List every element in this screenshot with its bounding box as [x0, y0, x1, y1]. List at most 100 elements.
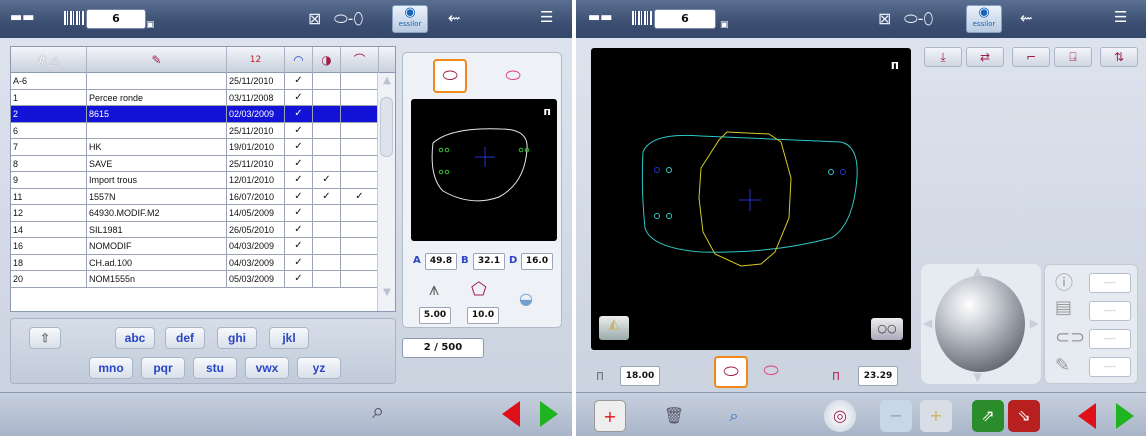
import-icon[interactable]: ⇘ — [1008, 400, 1040, 432]
table-row[interactable]: 16 NOMODIF 04/03/2009 ✓ — [11, 238, 395, 255]
column-groove-icon[interactable]: ⌒ — [341, 47, 379, 73]
table-row[interactable]: 12 64930.MODIF.M2 14/05/2009 ✓ — [11, 205, 395, 222]
pen-icon[interactable]: ✎ — [1055, 355, 1070, 376]
frame-shape-icon[interactable]: ⬭-⬯ — [334, 9, 364, 29]
book-icon[interactable]: ▤ — [1055, 297, 1072, 318]
top-bar: ▬▬ 6 ▣ ⊠ ⬭-⬯ ◉ essilor ⇜ ☰ — [576, 0, 1146, 38]
lens-job-list-screen: ▬▬ 6 ▣ ⊠ ⬭-⬯ ◉ essilor ⇜ ☰ # △ ✎ 12 ◠ ◑ … — [0, 0, 572, 436]
lens-bowl-icon[interactable]: ◒ — [519, 289, 533, 308]
essilor-logo-button[interactable]: ◉ essilor — [392, 5, 428, 33]
cell-c2 — [313, 205, 341, 221]
trash-icon[interactable]: 🗑 — [658, 400, 690, 432]
tool-button-5[interactable]: ⇅ — [1100, 47, 1138, 67]
frame-tracing-icon[interactable]: ⊠ — [308, 9, 321, 28]
settings-icon[interactable]: ☰ — [540, 8, 553, 26]
bridge-value: 18.00 — [620, 366, 660, 386]
job-number-field[interactable]: 6 — [654, 9, 716, 29]
polish-icon[interactable]: ⬠ — [471, 279, 487, 300]
glasses-view-button-icon[interactable]: ○○ — [871, 318, 903, 340]
column-number[interactable]: # △ — [11, 47, 87, 73]
cell-c2 — [313, 221, 341, 238]
previous-arrow-icon[interactable] — [502, 401, 520, 427]
frame-shape-icon[interactable]: ⬭-⬯ — [904, 9, 934, 29]
minus-button-icon[interactable]: − — [880, 400, 912, 432]
table-row[interactable]: 1 Percee ronde 03/11/2008 ✓ — [11, 89, 395, 106]
cell-date: 02/03/2009 — [227, 106, 285, 122]
job-number-field[interactable]: 6 — [86, 9, 146, 29]
plus-button-icon[interactable]: + — [920, 400, 952, 432]
scroll-up-icon[interactable]: ▲ — [380, 75, 394, 97]
cell-c3 — [341, 89, 379, 106]
search-keyboard: ⇧ abc def ghi jkl mno pqr stu vwx yz — [10, 318, 396, 384]
cell-date: 25/11/2010 — [227, 73, 285, 89]
trackball-control[interactable]: ▲ ▼ ◀ ▶ — [921, 264, 1041, 384]
table-row[interactable]: 6 25/11/2010 ✓ — [11, 122, 395, 139]
export-icon[interactable]: ⇗ — [972, 400, 1004, 432]
eye-icon: ◉ — [404, 5, 416, 20]
table-row[interactable]: 9 Import trous 12/01/2010 ✓ ✓ — [11, 172, 395, 189]
next-arrow-icon[interactable] — [540, 401, 558, 427]
table-row[interactable]: A-6 25/11/2010 ✓ — [11, 73, 395, 90]
up-arrow-icon[interactable]: ▲ — [973, 264, 982, 278]
column-date-calendar-icon[interactable]: 12 — [227, 47, 285, 73]
save-icon[interactable]: ▣ — [146, 20, 155, 30]
layers-button-icon[interactable]: ◭ — [599, 316, 629, 340]
key-ghi[interactable]: ghi — [217, 327, 257, 349]
key-pqr[interactable]: pqr — [141, 357, 185, 379]
drill-hole — [840, 169, 846, 175]
table-row[interactable]: 18 CH.ad.100 04/03/2009 ✓ — [11, 254, 395, 271]
center-icon[interactable]: ◎ — [824, 400, 856, 432]
shift-key-icon[interactable]: ⇧ — [29, 327, 61, 349]
tool-button-4[interactable]: ⍈ — [1054, 47, 1092, 67]
scroll-down-icon[interactable]: ▼ — [380, 287, 394, 309]
left-lens-button[interactable]: ⬭ — [497, 61, 529, 91]
cell-id: 11 — [11, 188, 87, 205]
cell-c1: ✓ — [285, 172, 313, 188]
tool-button-2[interactable]: ⇄ — [966, 47, 1004, 67]
left-arrow-icon[interactable]: ◀ — [923, 316, 932, 330]
save-icon[interactable]: ▣ — [720, 20, 729, 30]
new-document-icon[interactable]: + — [594, 400, 626, 432]
cell-name: 1557N — [87, 188, 227, 205]
adjust-value-1: ---- — [1089, 273, 1131, 293]
table-row[interactable]: 11 1557N 16/07/2010 ✓ ✓ ✓ — [11, 188, 395, 205]
key-yz[interactable]: yz — [297, 357, 341, 379]
zoom-icon[interactable]: ⌕ — [718, 400, 750, 432]
column-drill-icon[interactable]: ◑ — [313, 47, 341, 73]
key-abc[interactable]: abc — [115, 327, 155, 349]
settings-icon[interactable]: ☰ — [1114, 8, 1127, 26]
table-row[interactable]: 14 SIL1981 26/05/2010 ✓ — [11, 221, 395, 238]
down-arrow-icon[interactable]: ▼ — [973, 370, 982, 384]
binoculars-search-icon[interactable]: ⌕ — [372, 399, 384, 424]
lens-edit-canvas[interactable]: ᴨ ◭ ○○ — [591, 48, 911, 350]
cell-c3 — [341, 172, 379, 188]
scroll-thumb[interactable] — [380, 97, 393, 157]
right-lens-button[interactable]: ⬭ — [714, 356, 748, 388]
tool-button-3[interactable]: ⌐ — [1012, 47, 1050, 67]
key-jkl[interactable]: jkl — [269, 327, 309, 349]
lens-shape-preview: ᴨ — [411, 99, 557, 241]
info-icon[interactable]: ⓘ — [1055, 269, 1073, 295]
key-def[interactable]: def — [165, 327, 205, 349]
key-stu[interactable]: stu — [193, 357, 237, 379]
left-lens-button[interactable]: ⬭ — [754, 356, 788, 388]
key-vwx[interactable]: vwx — [245, 357, 289, 379]
next-arrow-icon[interactable] — [1116, 403, 1134, 429]
trackball[interactable] — [935, 276, 1025, 372]
right-lens-button[interactable]: ⬭ — [433, 59, 467, 93]
essilor-logo-button[interactable]: ◉ essilor — [966, 5, 1002, 33]
table-scrollbar[interactable]: ▲ ▼ — [377, 73, 395, 311]
table-row[interactable]: 8 SAVE 25/11/2010 ✓ — [11, 155, 395, 172]
right-arrow-icon[interactable]: ▶ — [1030, 316, 1039, 330]
table-row[interactable]: 20 NOM1555n 05/03/2009 ✓ — [11, 271, 395, 288]
frame-tracing-icon[interactable]: ⊠ — [878, 9, 891, 28]
previous-arrow-icon[interactable] — [1078, 403, 1096, 429]
tool-button-1[interactable]: ⤓ — [924, 47, 962, 67]
table-row[interactable]: 7 HK 19/01/2010 ✓ — [11, 139, 395, 156]
bevel-icon[interactable]: ⩚ — [429, 279, 439, 300]
column-lens-icon[interactable]: ◠ — [285, 47, 313, 73]
column-name-edit-icon[interactable]: ✎ — [87, 47, 227, 73]
clip-icon[interactable]: ⊂⊃ — [1055, 327, 1085, 348]
table-row[interactable]: 2 8615 02/03/2009 ✓ — [11, 106, 395, 123]
key-mno[interactable]: mno — [89, 357, 133, 379]
